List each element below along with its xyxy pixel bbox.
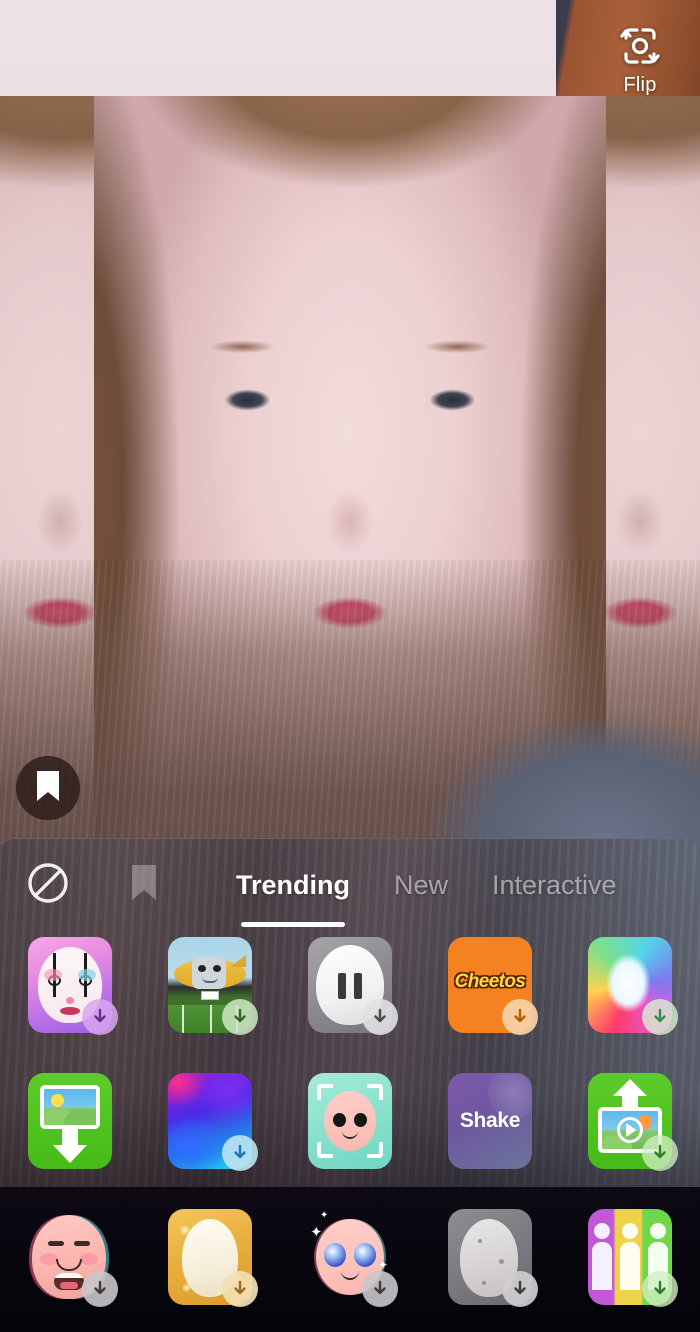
effect-item[interactable] [308,1073,392,1169]
effect-thumbnail-scan-face [308,1073,392,1169]
download-badge[interactable] [82,1271,118,1307]
download-badge[interactable] [222,1271,258,1307]
effect-item[interactable] [28,1209,118,1307]
effect-item[interactable] [588,1209,678,1307]
effect-item[interactable]: Cheetos [448,937,538,1035]
effect-item[interactable] [588,1073,678,1171]
effect-item[interactable] [28,937,118,1035]
effect-item[interactable] [168,1073,258,1171]
download-badge[interactable] [502,999,538,1035]
download-badge[interactable] [222,999,258,1035]
effects-grid: Cheetos Shake ✦ ✦ ✦ [0,931,700,1307]
tab-new[interactable]: New [372,870,470,901]
flip-camera-button[interactable]: Flip [598,24,682,97]
download-badge[interactable] [362,999,398,1035]
download-badge[interactable] [502,1271,538,1307]
no-effect-button[interactable] [20,857,76,913]
bookmark-icon [35,769,61,808]
effect-item[interactable]: Shake [448,1073,532,1169]
effect-item[interactable] [168,937,258,1035]
sparkle-icon: ✦ [310,1224,323,1241]
tab-interactive[interactable]: Interactive [470,870,639,901]
effects-panel: Trending New Interactive Cheetos Shake ✦… [0,838,700,1332]
sparkle-icon: ✦ [320,1210,329,1221]
effect-item[interactable] [168,1209,258,1307]
shake-tile-label: Shake [459,1109,521,1132]
saved-effects-button[interactable] [116,857,172,913]
camera-effects-screen: Flip Trending New Interactive Cheetos Sh… [0,0,700,1332]
effect-item[interactable] [448,1209,538,1307]
camera-flip-icon [616,24,664,68]
cheetos-wordmark: Cheetos [454,971,526,992]
save-effect-button[interactable] [16,756,80,820]
effect-item[interactable] [28,1073,112,1169]
effect-item[interactable] [588,937,678,1035]
effects-tabbar: Trending New Interactive [0,839,700,931]
download-badge[interactable] [642,1271,678,1307]
effect-thumbnail-shake: Shake [448,1073,532,1169]
bookmark-icon [129,863,159,908]
download-badge[interactable] [642,999,678,1035]
download-badge[interactable] [222,1135,258,1171]
effect-thumbnail-photo-import [28,1073,112,1169]
circle-slash-icon [27,862,69,909]
download-badge[interactable] [362,1271,398,1307]
download-badge[interactable] [82,999,118,1035]
download-badge[interactable] [642,1135,678,1171]
effect-item[interactable]: ✦ ✦ ✦ [308,1209,398,1307]
tab-trending[interactable]: Trending [214,870,372,901]
effect-item[interactable] [308,937,398,1035]
flip-camera-label: Flip [623,74,657,96]
effects-tab-list: Trending New Interactive [214,870,639,901]
sparkle-icon: ✦ [377,1258,388,1272]
